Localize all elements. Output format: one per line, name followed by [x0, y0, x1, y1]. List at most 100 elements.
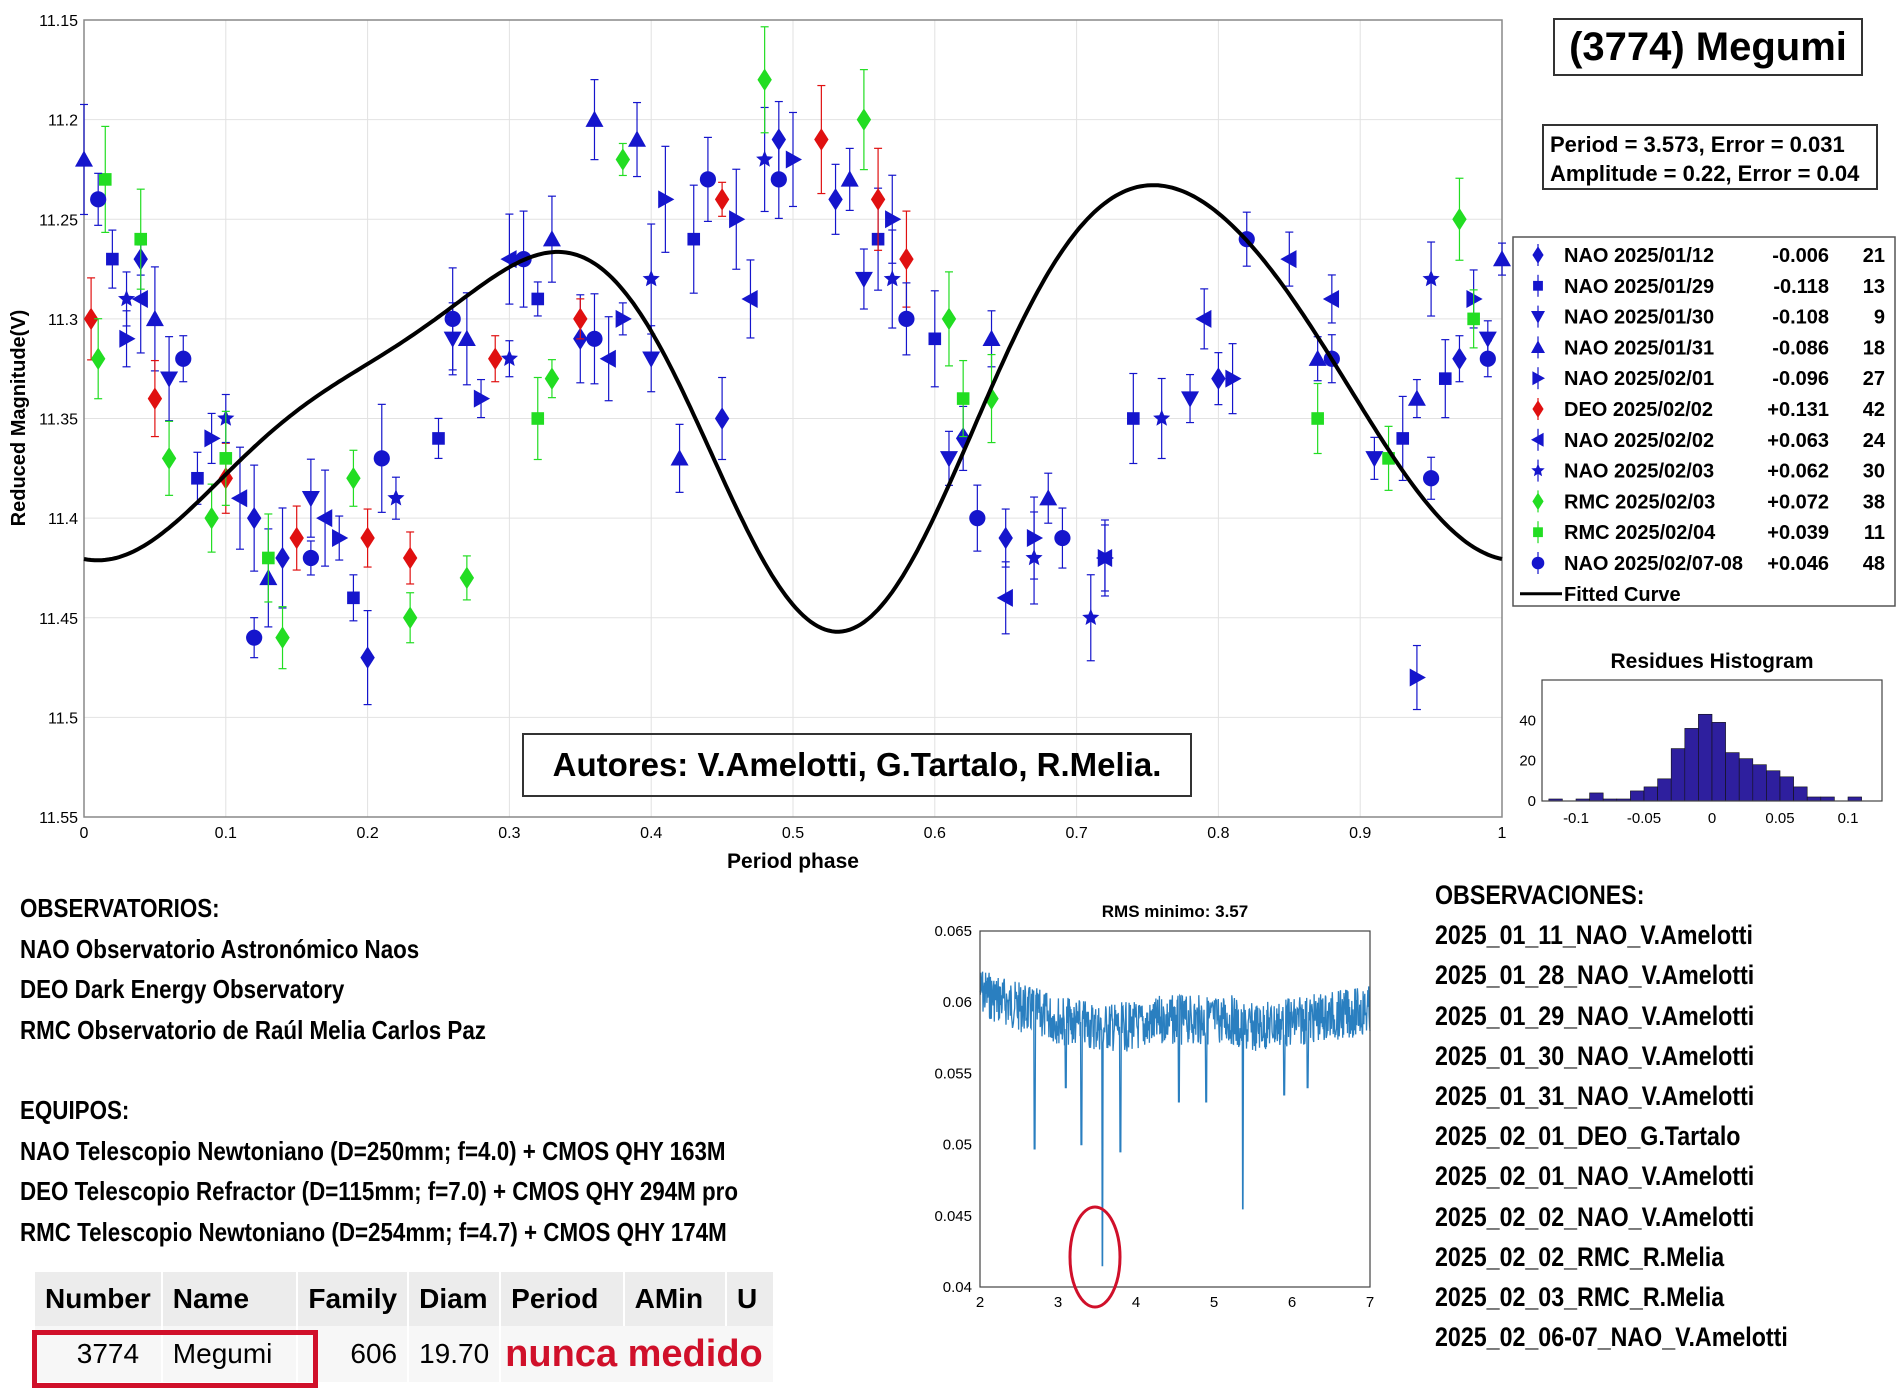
data-point [191, 471, 204, 485]
equipo-item: DEO Telescopio Refractor (D=115mm; f=7.0… [20, 1176, 739, 1206]
header-period: Period [500, 1272, 625, 1326]
observacion-item: 2025_01_11_NAO_V.Amelotti [1435, 920, 1753, 951]
y-tick-label: 11.45 [39, 611, 78, 628]
observaciones-heading: OBSERVACIONES: [1435, 880, 1645, 910]
rms-x-tick: 6 [1288, 1294, 1296, 1311]
observacion-item: 2025_01_31_NAO_V.Amelotti [1435, 1081, 1755, 1112]
data-point [134, 232, 148, 246]
data-point [1311, 412, 1324, 425]
data-point [230, 489, 248, 508]
data-point [1365, 451, 1384, 468]
data-point [219, 452, 233, 465]
amplitude-text: Amplitude = 0.22, Error = 0.04 [1550, 161, 1860, 186]
legend-offset: +0.063 [1767, 430, 1829, 452]
data-point [757, 68, 772, 92]
data-point [373, 450, 390, 467]
observacion-item: 2025_02_06-07_NAO_V.Amelotti [1435, 1322, 1788, 1353]
data-point [1280, 250, 1297, 269]
equipo-item: RMC Telescopio Newtoniano (D=254mm; f=4.… [20, 1216, 727, 1247]
x-tick-label: 0.7 [1065, 825, 1087, 842]
data-point [332, 529, 349, 548]
data-point [1493, 250, 1511, 267]
data-point [586, 330, 603, 347]
legend-offset: +0.072 [1767, 491, 1829, 513]
data-point [714, 188, 730, 211]
legend-offset: +0.131 [1767, 399, 1829, 421]
legend-offset: +0.062 [1767, 461, 1829, 483]
rms-x-tick: 2 [976, 1294, 984, 1311]
legend-offset: -0.118 [1773, 276, 1829, 298]
rms-y-tick: 0.045 [934, 1208, 972, 1225]
histogram-bar [1766, 770, 1781, 802]
data-point [941, 307, 957, 331]
legend-count: 30 [1863, 461, 1885, 483]
histogram-bar [1847, 796, 1862, 802]
data-point [1054, 529, 1071, 547]
data-point [246, 629, 263, 646]
highlight-box [32, 1330, 318, 1388]
data-point [145, 309, 164, 327]
histogram-bar [1630, 790, 1645, 802]
data-point [628, 130, 647, 147]
data-point [262, 551, 275, 565]
data-point [840, 170, 859, 187]
data-point [928, 332, 942, 346]
x-tick-label: 0.4 [640, 825, 662, 842]
data-point [939, 451, 958, 468]
legend-offset: -0.108 [1772, 307, 1829, 329]
data-point [275, 626, 290, 649]
data-point [870, 188, 886, 211]
data-point [1467, 312, 1480, 326]
legend-label: NAO 2025/01/30 [1564, 307, 1714, 329]
hist-x-tick: -0.1 [1563, 810, 1589, 827]
data-point [1039, 489, 1058, 506]
data-point [147, 387, 163, 410]
histogram-bar [1725, 752, 1740, 802]
legend-label: RMC 2025/02/04 [1564, 522, 1716, 544]
legend-count: 38 [1863, 491, 1885, 513]
rms-title: RMS minimo: 3.57 [1102, 902, 1248, 921]
data-point [302, 549, 319, 567]
data-point [714, 407, 730, 430]
data-point [160, 371, 179, 388]
y-axis-label: Reduced Magnitude(V) [8, 310, 30, 527]
observacion-item: 2025_02_02_RMC_R.Melia [1435, 1241, 1725, 1272]
data-point [729, 210, 746, 229]
data-point [473, 389, 491, 408]
chart-title: (3774) Megumi [1553, 18, 1863, 76]
data-point [658, 190, 675, 209]
data-point [106, 252, 119, 266]
observacion-item: 2025_02_02_NAO_V.Amelotti [1435, 1201, 1755, 1232]
data-point [1026, 529, 1044, 548]
data-point [246, 506, 262, 530]
legend-offset: -0.096 [1772, 368, 1829, 390]
observaciones-block: OBSERVACIONES: 2025_01_11_NAO_V.Amelotti 2… [1435, 875, 1788, 1357]
equipos-heading: EQUIPOS: [20, 1095, 130, 1125]
data-point [119, 329, 136, 348]
data-point [1396, 432, 1410, 445]
legend-marker [1533, 280, 1543, 291]
hist-x-tick: 0 [1708, 810, 1716, 827]
data-point [670, 449, 689, 466]
data-point [956, 392, 970, 405]
histogram-bar [1806, 796, 1822, 802]
data-point [828, 188, 843, 211]
data-point [204, 506, 219, 530]
data-point [1466, 289, 1483, 308]
data-point [998, 526, 1013, 550]
data-point [531, 292, 545, 306]
y-tick-label: 11.4 [48, 511, 78, 528]
legend-marker [1531, 556, 1545, 570]
data-point [275, 546, 290, 570]
y-tick-label: 11.55 [39, 810, 78, 827]
histogram-bar [1589, 792, 1604, 802]
legend-count: 42 [1863, 399, 1885, 421]
legend-count: 24 [1863, 430, 1886, 452]
data-point [1225, 369, 1242, 388]
rms-x-tick: 5 [1210, 1294, 1218, 1311]
rms-y-tick: 0.04 [943, 1279, 972, 1296]
data-point [347, 591, 360, 605]
data-point [1452, 347, 1467, 370]
hist-y-tick: 20 [1519, 753, 1536, 770]
legend-count: 9 [1874, 307, 1885, 329]
